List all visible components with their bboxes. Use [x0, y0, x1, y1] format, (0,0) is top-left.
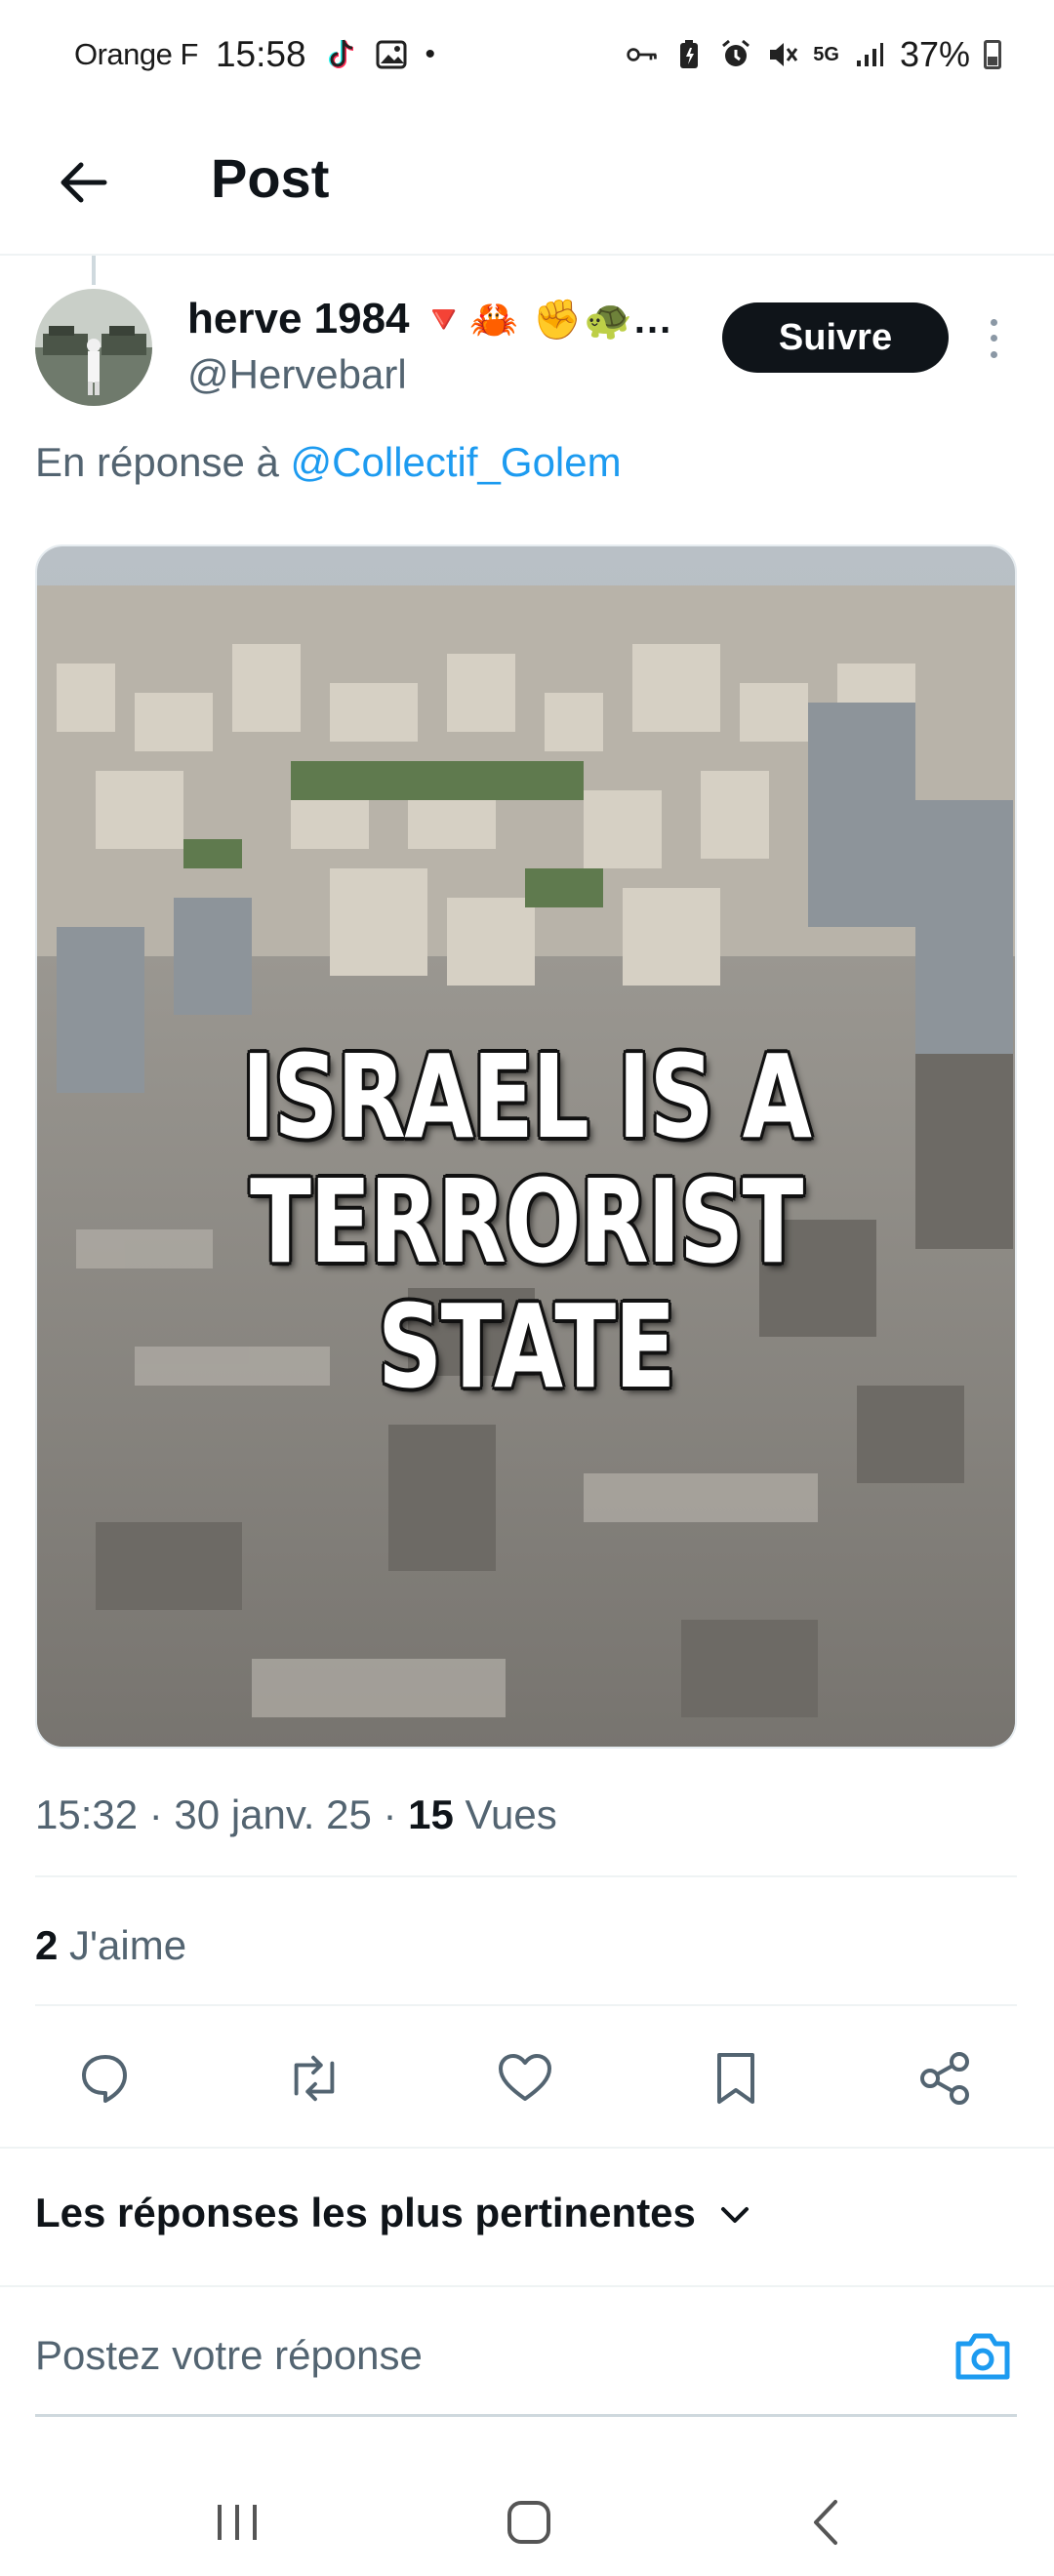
recent-apps-icon[interactable]: [199, 2488, 277, 2556]
post-timestamp: 15:32 · 30 janv. 25 ·: [35, 1791, 397, 1837]
notification-dot: •: [425, 38, 436, 70]
mute-icon: [766, 38, 799, 71]
author-emoji: 🔻🦀 ✊🐢...: [419, 298, 673, 342]
bookmark-icon[interactable]: [707, 2049, 765, 2108]
author-display-name[interactable]: herve 1984: [187, 295, 410, 343]
likes-label: J'aime: [69, 1922, 187, 1968]
views-label: Vues: [465, 1791, 557, 1837]
camera-icon[interactable]: [953, 2326, 1013, 2387]
replies-sort-label[interactable]: Les réponses les plus pertinentes: [35, 2190, 696, 2236]
likes-summary[interactable]: 2 J'aime: [35, 1922, 186, 1969]
chevron-down-icon[interactable]: [717, 2190, 752, 2236]
system-back-icon[interactable]: [787, 2488, 865, 2556]
divider: [0, 2285, 1054, 2287]
image-caption-line2: TERRORIST STATE: [250, 1154, 803, 1414]
vpn-key-icon: [626, 38, 659, 71]
image-caption-overlay: ISRAEL IS A TERRORIST STATE: [144, 1034, 908, 1409]
thread-connector: [92, 256, 96, 285]
page-title: Post: [211, 147, 330, 209]
signal-icon: [853, 38, 886, 71]
system-navigation-bar: [0, 2459, 1054, 2576]
divider: [35, 2004, 1017, 2006]
avatar[interactable]: [35, 289, 152, 406]
reply-icon[interactable]: [76, 2049, 135, 2108]
status-clock: 15:58: [215, 34, 306, 74]
divider: [35, 1875, 1017, 1877]
replies-sort-dropdown[interactable]: Les réponses les plus pertinentes: [35, 2190, 752, 2236]
follow-button[interactable]: Suivre: [722, 302, 949, 373]
author-name[interactable]: herve 1984 🔻🦀 ✊🐢...: [187, 295, 672, 343]
battery-icon: [984, 40, 1001, 69]
reply-input-underline: [35, 2414, 1017, 2417]
battery-percent: 37%: [899, 34, 970, 74]
action-bar: [0, 2022, 1054, 2135]
likes-count: 2: [35, 1922, 59, 1968]
carrier-label: Orange F: [74, 37, 198, 71]
post-metadata: 15:32 · 30 janv. 25 · 15 Vues: [35, 1791, 557, 1838]
network-5g-icon: 5G: [813, 44, 839, 65]
reply-to-link[interactable]: @Collectif_Golem: [291, 439, 622, 485]
post-image[interactable]: ISRAEL IS A TERRORIST STATE: [35, 544, 1017, 1749]
more-options-icon[interactable]: [976, 314, 1011, 363]
reply-input[interactable]: Postez votre réponse: [35, 2332, 423, 2379]
repost-icon[interactable]: [285, 2049, 344, 2108]
divider: [0, 2147, 1054, 2149]
gallery-icon: [375, 38, 408, 71]
views-count: 15: [408, 1791, 454, 1837]
tiktok-icon: [324, 38, 357, 71]
like-icon[interactable]: [496, 2049, 554, 2108]
battery-saver-icon: [672, 38, 706, 71]
author-handle[interactable]: @Hervebarl: [187, 351, 407, 398]
home-icon[interactable]: [490, 2488, 568, 2556]
top-app-bar: Post: [0, 109, 1054, 256]
back-arrow-icon[interactable]: [49, 148, 117, 217]
alarm-icon: [719, 38, 752, 71]
reply-prefix: En réponse à: [35, 439, 279, 485]
image-caption-line1: ISRAEL IS A: [241, 1029, 812, 1164]
reply-context: En réponse à @Collectif_Golem: [35, 439, 622, 486]
status-bar: Orange F 15:58 • 5G 37%: [0, 0, 1054, 109]
share-icon[interactable]: [915, 2049, 974, 2108]
